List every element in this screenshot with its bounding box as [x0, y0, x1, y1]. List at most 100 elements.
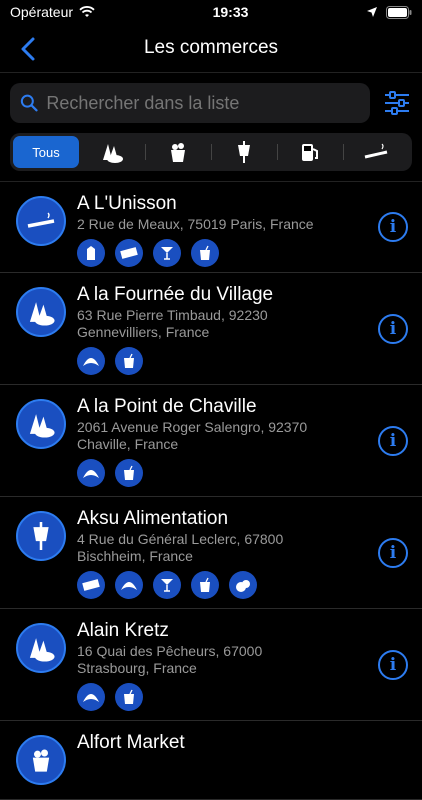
tag-drink-cup: [115, 459, 143, 487]
tag-drink-cup: [191, 239, 219, 267]
store-content: A L'Unisson 2 Rue de Meaux, 75019 Paris,…: [77, 192, 370, 267]
tag-drink-cup: [115, 683, 143, 711]
kebab-avatar: [16, 511, 66, 561]
store-address-line1: 2061 Avenue Roger Salengro, 92370: [77, 419, 308, 435]
navigation-bar: Les commerces: [0, 24, 422, 72]
bakery-icon: [29, 302, 55, 326]
tag-cocktail: [153, 571, 181, 599]
list-item[interactable]: A la Fournée du Village 63 Rue Pierre Ti…: [0, 273, 422, 385]
croissant-icon: [121, 582, 137, 590]
tag-croissant: [77, 347, 105, 375]
store-name: A la Fournée du Village: [77, 284, 274, 305]
segment-tobacco[interactable]: [343, 136, 409, 168]
wifi-icon: [79, 6, 95, 17]
info-button[interactable]: i: [378, 212, 408, 242]
grocery-avatar: [16, 735, 66, 785]
store-tags: [77, 571, 370, 599]
bakery-avatar: [16, 623, 66, 673]
search-input[interactable]: [44, 91, 360, 115]
tag-cocktail: [153, 239, 181, 267]
store-content: Alfort Market: [77, 731, 370, 755]
store-address-line1: 4 Rue du Général Leclerc, 67800: [77, 531, 284, 547]
store-name: Alain Kretz: [77, 620, 169, 641]
store-name: A la Point de Chaville: [77, 396, 257, 417]
tag-croissant: [77, 459, 105, 487]
search-box[interactable]: [10, 83, 370, 123]
page-title: Les commerces: [143, 37, 279, 58]
milk-carton-icon: [87, 246, 95, 260]
tag-drink-cup: [191, 571, 219, 599]
clock: 19:33: [212, 4, 249, 20]
grocery-bag-icon: [32, 749, 50, 772]
store-address-line2: Bischheim, France: [77, 548, 193, 564]
store-content: Aksu Alimentation 4 Rue du Général Lecle…: [77, 507, 370, 599]
store-address-line2: Gennevilliers, France: [77, 324, 210, 340]
bakery-icon: [103, 144, 123, 163]
kebab-icon: [238, 141, 250, 163]
segment-kebab[interactable]: [211, 136, 277, 168]
store-address-line2: Chaville, France: [77, 436, 179, 452]
croissant-icon: [83, 470, 99, 478]
drink-cup-icon: [124, 689, 134, 704]
info-button[interactable]: i: [378, 649, 408, 680]
info-button[interactable]: i: [378, 537, 408, 568]
tag-ticket: [77, 571, 105, 599]
tag-croissant: [115, 571, 143, 599]
ticket-icon: [82, 579, 100, 591]
store-tags: [77, 459, 370, 487]
list-item[interactable]: Alain Kretz 16 Quai des Pêcheurs, 67000 …: [0, 609, 422, 721]
info-button[interactable]: i: [378, 425, 408, 456]
tag-produce: [229, 571, 257, 599]
cigarette-icon: [27, 212, 55, 228]
back-chevron-icon[interactable]: [14, 34, 44, 64]
carrier-name: Opérateur: [10, 4, 74, 20]
store-address-line1: 16 Quai des Pêcheurs, 67000: [77, 643, 263, 659]
segment-fuel[interactable]: [277, 136, 343, 168]
segment-bakery[interactable]: [79, 136, 145, 168]
fuel-pump-icon: [302, 144, 318, 161]
list-item[interactable]: A la Point de Chaville 2061 Avenue Roger…: [0, 385, 422, 497]
store-address-line2: Strasbourg, France: [77, 660, 197, 676]
store-tags: [77, 683, 370, 711]
tag-croissant: [77, 683, 105, 711]
info-button[interactable]: i: [378, 313, 408, 344]
search-row: [0, 73, 422, 133]
kebab-icon: [33, 522, 49, 550]
bakery-avatar: [16, 399, 66, 449]
battery-icon: [385, 5, 412, 19]
status-left: Opérateur: [10, 4, 95, 20]
store-name: A L'Unisson: [77, 193, 177, 214]
store-tags: [77, 239, 370, 267]
grocery-bag-icon: [171, 143, 185, 162]
location-arrow-icon: [366, 7, 377, 17]
cigarette-icon: [364, 143, 388, 159]
drink-cup-icon: [200, 245, 210, 260]
ticket-icon: [120, 247, 138, 259]
store-name: Aksu Alimentation: [77, 508, 229, 529]
drink-cup-icon: [124, 353, 134, 368]
bakery-avatar: [16, 287, 66, 337]
store-list: A L'Unisson 2 Rue de Meaux, 75019 Paris,…: [0, 181, 422, 800]
list-item[interactable]: Aksu Alimentation 4 Rue du Général Lecle…: [0, 497, 422, 609]
status-bar: Opérateur 19:33: [0, 0, 422, 24]
store-address: 2 Rue de Meaux, 75019 Paris, France: [77, 216, 314, 232]
store-content: A la Fournée du Village 63 Rue Pierre Ti…: [77, 283, 370, 375]
bakery-icon: [29, 638, 55, 662]
filter-sliders-icon[interactable]: [382, 88, 412, 118]
segment-grocery[interactable]: [145, 136, 211, 168]
tag-milk-carton: [77, 239, 105, 267]
croissant-icon: [83, 694, 99, 702]
drink-cup-icon: [200, 577, 210, 592]
cocktail-icon: [161, 247, 173, 260]
list-item[interactable]: Alfort Market: [0, 721, 422, 800]
drink-cup-icon: [124, 465, 134, 480]
store-name: Alfort Market: [77, 732, 185, 753]
list-item[interactable]: A L'Unisson 2 Rue de Meaux, 75019 Paris,…: [0, 182, 422, 273]
store-content: Alain Kretz 16 Quai des Pêcheurs, 67000 …: [77, 619, 370, 711]
search-icon: [20, 94, 38, 112]
tag-drink-cup: [115, 347, 143, 375]
tag-ticket: [115, 239, 143, 267]
bakery-icon: [29, 414, 55, 438]
category-segmented-control: Tous: [10, 133, 412, 171]
segment-all[interactable]: Tous: [13, 136, 79, 168]
